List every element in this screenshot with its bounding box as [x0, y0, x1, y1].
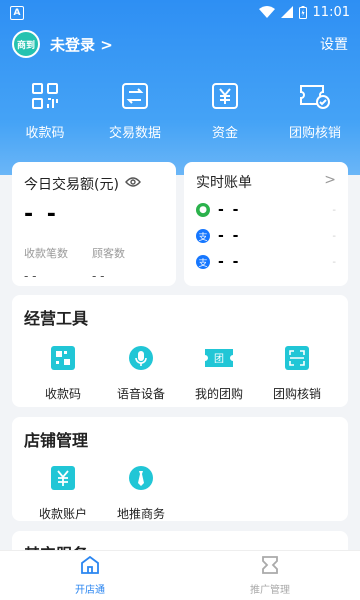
tab-label: 开店通	[75, 584, 105, 596]
quick-action-label: 团购核销	[288, 126, 341, 141]
ledger-row: 支 - - -	[196, 228, 336, 244]
ledger-value: - -	[218, 228, 241, 244]
ledger-value: - -	[218, 202, 241, 218]
header-top-row: 商到 未登录 > 设置	[12, 30, 348, 58]
ledger-row: 支 - - -	[196, 254, 336, 270]
tab-label: 推广管理	[250, 584, 290, 596]
customers-value: - -	[92, 269, 105, 283]
wechat-icon: ●	[196, 203, 210, 217]
scan-icon	[284, 345, 310, 375]
quick-action-label: 收款码	[25, 126, 65, 141]
ledger-header: 实时账单 >	[196, 172, 336, 192]
shop-field-business[interactable]: 地推商务	[102, 465, 180, 522]
ledger-title: 实时账单	[196, 175, 252, 191]
shop-management-card: 店铺管理 收款账户 地推商务	[12, 417, 348, 521]
quick-action-trade-data[interactable]: 交易数据	[95, 82, 175, 141]
stats-title-row: 今日交易额(元)	[24, 174, 164, 194]
account-icon	[50, 465, 76, 495]
bottom-tab-bar: 开店通 推广管理	[0, 550, 360, 600]
tool-label: 团购核销	[272, 387, 321, 401]
stats-value: - -	[24, 202, 59, 227]
quick-action-collect-code[interactable]: 收款码	[5, 82, 85, 141]
signal-icon	[280, 6, 293, 18]
quick-action-funds[interactable]: 资金	[185, 82, 265, 141]
promo-icon	[260, 555, 280, 578]
ledger-tail: -	[332, 256, 336, 268]
ledger-tail: -	[332, 204, 336, 216]
customers-block: 顾客数 - -	[92, 245, 125, 283]
app-badge-icon: A	[10, 6, 24, 20]
coupon-verify-icon	[299, 82, 331, 114]
tool-my-groupbuy[interactable]: 团 我的团购	[180, 345, 258, 402]
stats-title: 今日交易额(元)	[24, 177, 119, 193]
tie-icon	[128, 465, 154, 495]
settings-button[interactable]: 设置	[320, 34, 348, 54]
tool-label: 收款码	[44, 387, 81, 401]
status-bar: A 11:01	[0, 0, 360, 24]
shop-label: 地推商务	[116, 507, 165, 521]
quick-action-coupon-verify[interactable]: 团购核销	[275, 82, 355, 141]
ledger-row: ● - - -	[196, 202, 336, 218]
shop-collect-account[interactable]: 收款账户	[24, 465, 102, 522]
customers-label: 顾客数	[92, 247, 125, 260]
shop-title: 店铺管理	[24, 431, 89, 450]
count-label: 收款笔数	[24, 247, 68, 260]
quick-actions: 收款码 交易数据 资金 团购核销	[0, 82, 360, 141]
quick-action-label: 交易数据	[108, 126, 161, 141]
ledger-value: - -	[218, 254, 241, 270]
login-link[interactable]: 未登录 >	[50, 34, 113, 55]
yuan-icon	[211, 82, 239, 114]
exchange-icon	[121, 82, 149, 114]
tool-label: 我的团购	[194, 387, 243, 401]
tool-groupbuy-verify[interactable]: 团购核销	[258, 345, 336, 402]
tab-promotion[interactable]: 推广管理	[180, 551, 360, 600]
status-left: A	[10, 4, 24, 20]
battery-icon	[298, 5, 307, 19]
tool-collect-code[interactable]: 收款码	[24, 345, 102, 402]
qr-code-icon	[50, 345, 76, 375]
tools-title: 经营工具	[24, 309, 89, 328]
stats-mini-row: 收款笔数 - - 顾客数 - -	[24, 245, 164, 283]
eye-icon[interactable]	[125, 176, 141, 192]
status-right: 11:01	[258, 4, 350, 20]
tool-voice-device[interactable]: 语音设备	[102, 345, 180, 402]
qr-grid-icon	[31, 82, 59, 114]
app-logo: 商到	[12, 30, 40, 58]
group-ticket-icon: 团	[204, 345, 234, 375]
tools-row: 收款码 语音设备 团 我的团购 团购核销	[24, 345, 336, 402]
home-icon	[80, 555, 100, 578]
count-block: 收款笔数 - -	[24, 245, 68, 283]
ledger-tail: -	[332, 230, 336, 242]
wifi-icon	[258, 6, 275, 18]
shop-label: 收款账户	[38, 507, 87, 521]
status-time: 11:01	[312, 4, 350, 20]
speaker-icon	[128, 345, 154, 375]
quick-action-label: 资金	[211, 126, 238, 141]
alipay-icon: 支	[196, 229, 210, 243]
today-stats-card[interactable]: 今日交易额(元) - - 收款笔数 - - 顾客数 - -	[12, 162, 176, 286]
tab-home[interactable]: 开店通	[0, 551, 180, 600]
realtime-ledger-card[interactable]: 实时账单 > ● - - - 支 - - - 支 - - -	[184, 162, 348, 286]
chevron-right-icon: >	[324, 172, 336, 188]
business-tools-card: 经营工具 收款码 语音设备 团 我的团购 团购核销	[12, 295, 348, 407]
alipay-icon: 支	[196, 255, 210, 269]
shop-row: 收款账户 地推商务	[24, 465, 336, 522]
svg-text:团: 团	[214, 353, 224, 365]
tool-label: 语音设备	[116, 387, 165, 401]
count-value: - -	[24, 269, 37, 283]
login-area[interactable]: 商到 未登录 >	[12, 30, 113, 58]
